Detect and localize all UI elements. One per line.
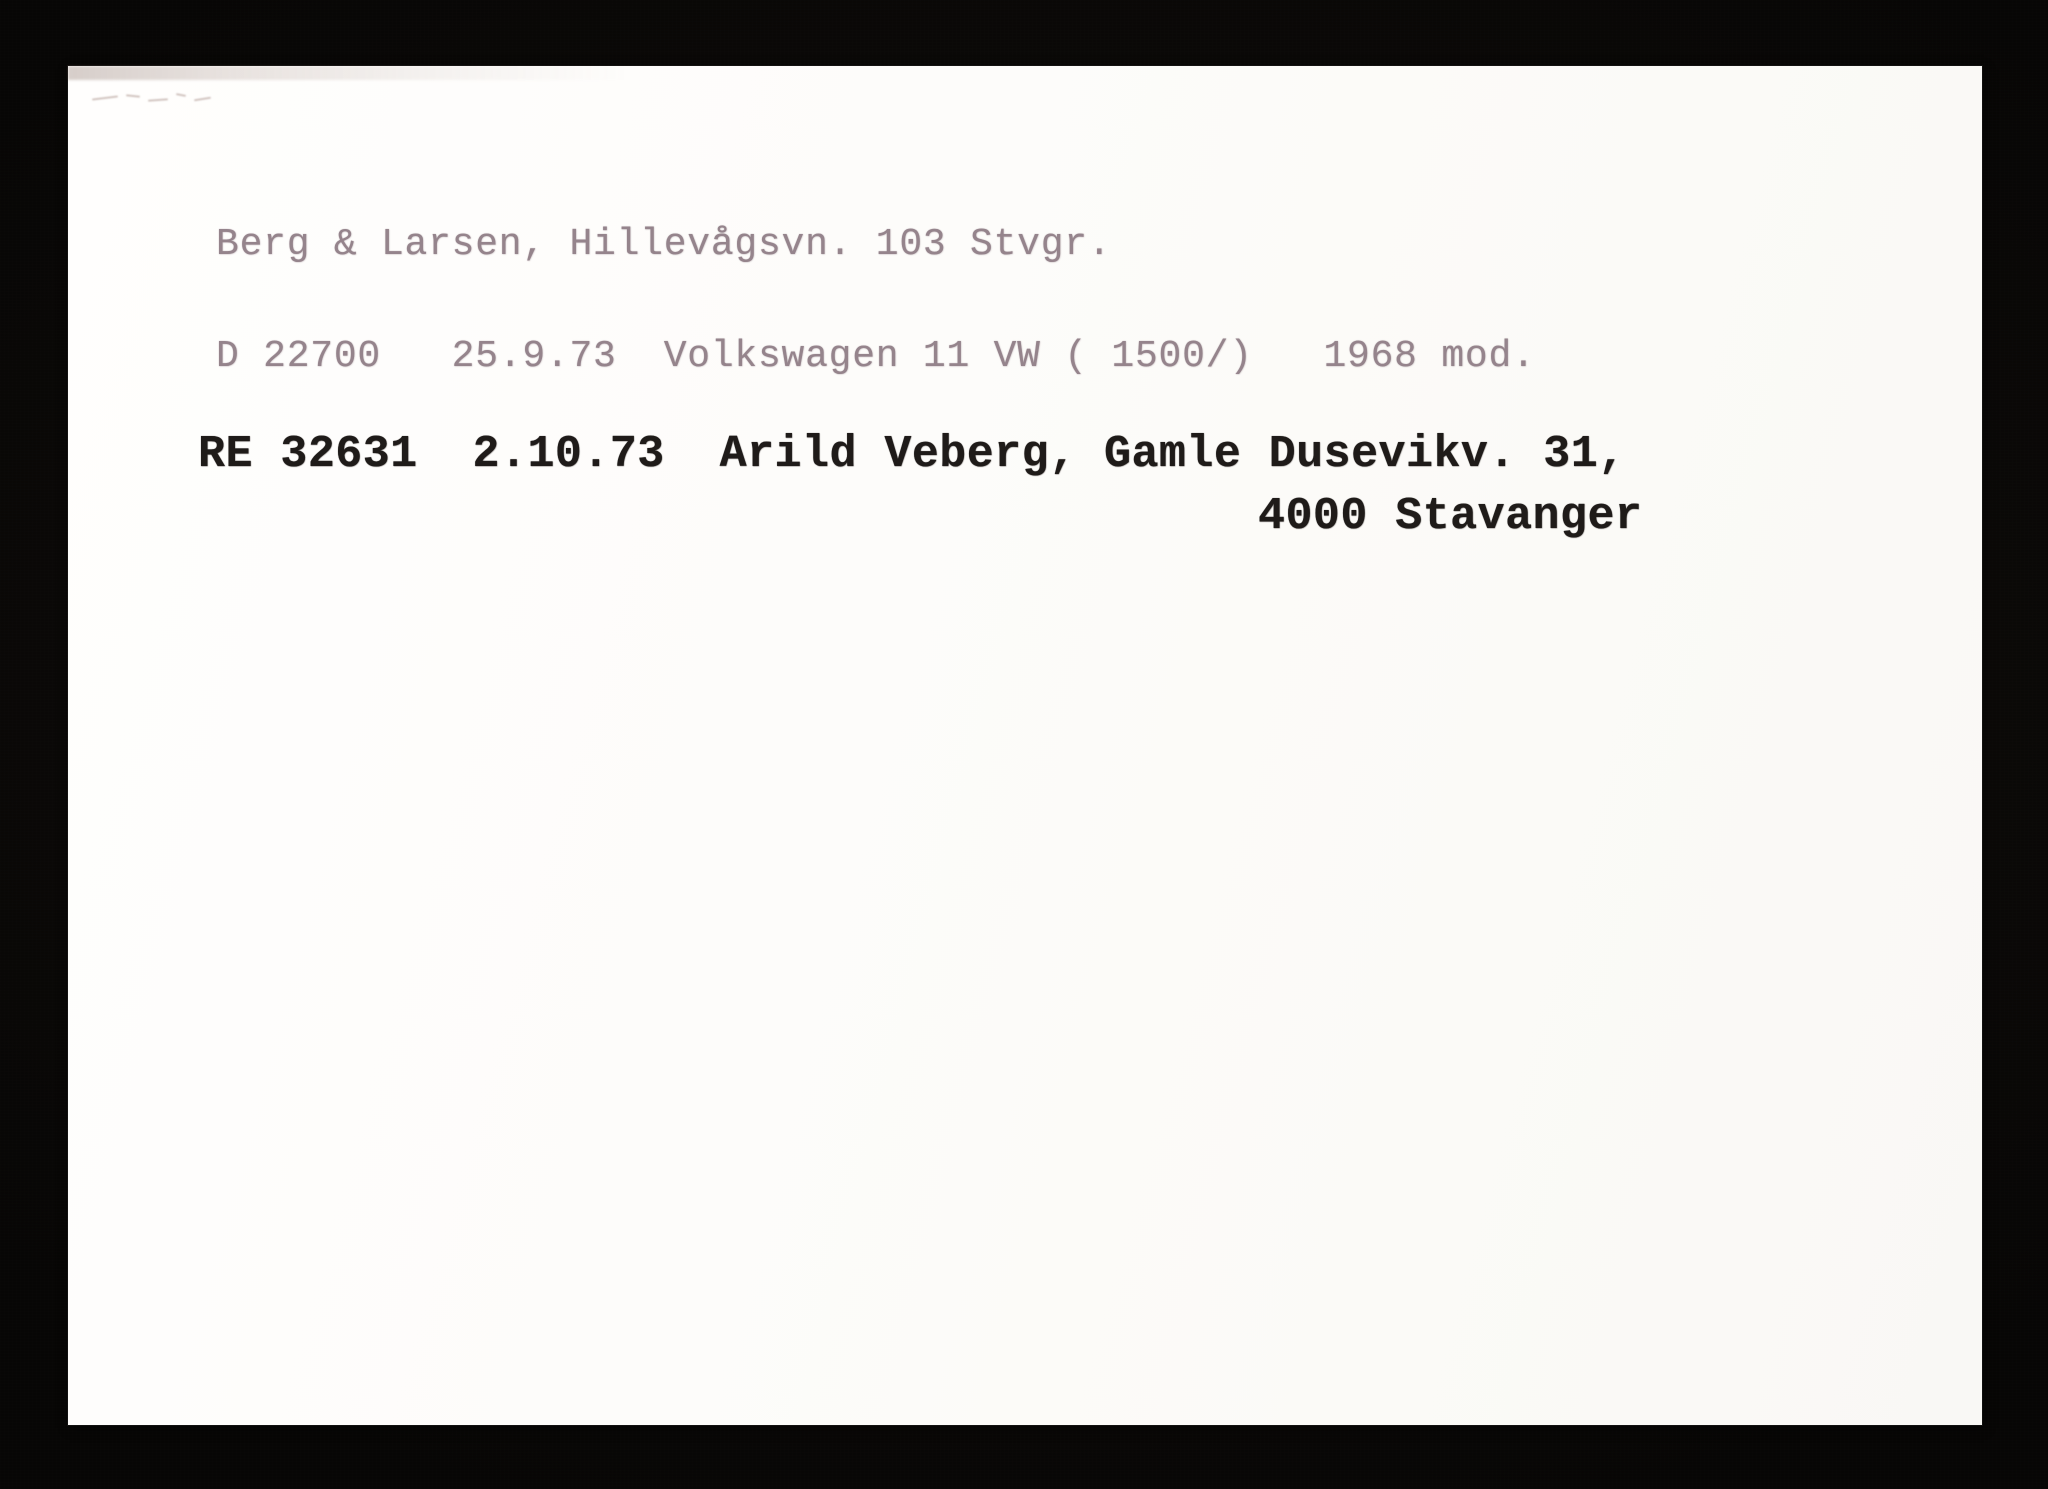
record-line-current: RE 32631 2.10.73 Arild Veberg, Gamle Dus… (198, 429, 1626, 480)
card-header-line: Berg & Larsen, Hillevågsvn. 103 Stvgr. (216, 223, 1112, 266)
index-card: Berg & Larsen, Hillevågsvn. 103 Stvgr. D… (68, 66, 1982, 1425)
scan-canvas: Berg & Larsen, Hillevågsvn. 103 Stvgr. D… (0, 0, 2048, 1489)
record-line-current-continuation: 4000 Stavanger (1258, 491, 1643, 542)
typed-text-block: Berg & Larsen, Hillevågsvn. 103 Stvgr. D… (68, 66, 1982, 1425)
record-line-previous: D 22700 25.9.73 Volkswagen 11 VW ( 1500/… (216, 335, 1536, 378)
